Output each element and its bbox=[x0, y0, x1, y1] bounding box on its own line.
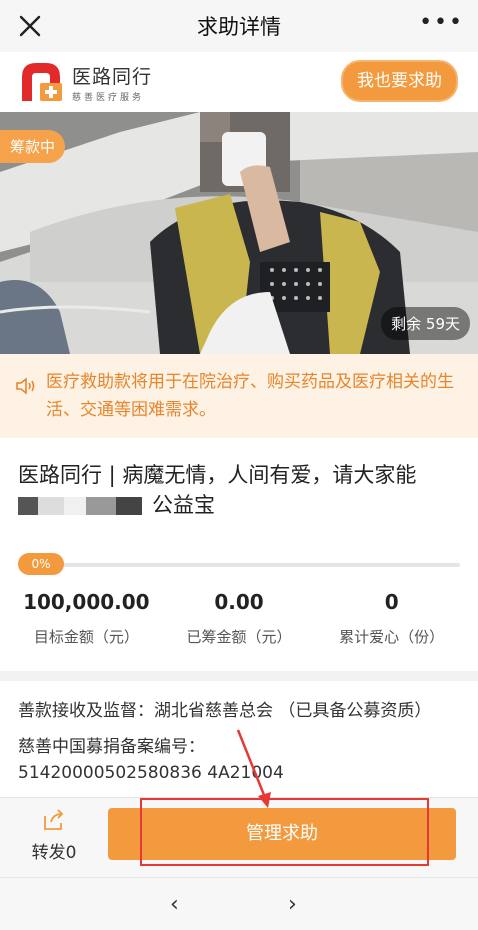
stats-row: 100,000.00 目标金额（元） 0.00 已筹金额（元） 0 累计爱心（份… bbox=[0, 590, 478, 647]
page-title: 求助详情 bbox=[197, 15, 281, 39]
campaign-title: 医路同行 | 病魔无情，人间有爱，请大家能 公益宝 bbox=[0, 438, 478, 530]
request-help-button[interactable]: 我也要求助 bbox=[341, 60, 458, 102]
redacted-text bbox=[18, 494, 144, 518]
record-number: 51420000502580836 4A21004 bbox=[18, 763, 284, 783]
nav-bar: 求助详情 ••• bbox=[0, 0, 478, 52]
campaign-title-line1: 医路同行 | 病魔无情，人间有爱，请大家能 bbox=[18, 463, 417, 487]
stat-value: 0 bbox=[384, 590, 399, 614]
brand-bar: 医路同行 慈善医疗服务 我也要求助 bbox=[0, 52, 478, 112]
stat-value: 100,000.00 bbox=[23, 590, 150, 614]
share-label: 转发0 bbox=[31, 843, 77, 863]
brand-name: 医路同行 bbox=[72, 65, 153, 88]
speaker-icon bbox=[16, 377, 35, 395]
stat-raised: 0.00 已筹金额（元） bbox=[163, 590, 316, 647]
campaign-title-suffix: 公益宝 bbox=[152, 493, 215, 517]
fundraising-badge: 筹款中 bbox=[0, 130, 66, 163]
notice-text: 医疗救助款将用于在院治疗、购买药品及医疗相关的生活、交通等困难需求。 bbox=[46, 372, 454, 420]
stat-supporters: 0 累计爱心（份） bbox=[315, 590, 468, 647]
browser-toolbar: ‹ › bbox=[0, 877, 478, 930]
patient-photo: 筹款中 剩余 59天 bbox=[0, 112, 478, 354]
highlight-box bbox=[140, 798, 429, 866]
share-button[interactable]: 转发0 bbox=[14, 808, 94, 863]
campaign-title-line2: 公益宝 bbox=[18, 490, 460, 520]
stat-label: 目标金额（元） bbox=[33, 628, 139, 646]
close-icon[interactable] bbox=[14, 10, 46, 42]
stat-value: 0.00 bbox=[214, 590, 264, 614]
record-label: 慈善中国募捐备案编号： bbox=[18, 737, 205, 757]
share-icon bbox=[44, 809, 64, 830]
logo-icon bbox=[22, 63, 62, 101]
brand-subtitle: 慈善医疗服务 bbox=[72, 92, 145, 103]
stat-label: 累计爱心（份） bbox=[339, 628, 445, 646]
back-arrow-icon[interactable]: ‹ bbox=[170, 892, 179, 917]
stat-label: 已筹金额（元） bbox=[186, 628, 292, 646]
notice-banner: 医疗救助款将用于在院治疗、购买药品及医疗相关的生活、交通等困难需求。 bbox=[0, 354, 478, 438]
forward-arrow-icon[interactable]: › bbox=[288, 892, 297, 917]
section-divider bbox=[0, 671, 478, 681]
progress-track bbox=[18, 563, 460, 567]
remaining-days-badge: 剩余 59天 bbox=[381, 307, 470, 340]
progress-label: 0% bbox=[18, 553, 64, 575]
supervisor-text: 善款接收及监督：湖北省慈善总会 （已具备公募资质） bbox=[18, 701, 432, 721]
progress-bar: 0% bbox=[18, 552, 460, 578]
info-section: 善款接收及监督：湖北省慈善总会 （已具备公募资质） 慈善中国募捐备案编号： 51… bbox=[0, 681, 478, 813]
stat-target: 100,000.00 目标金额（元） bbox=[10, 590, 163, 647]
more-icon[interactable]: ••• bbox=[419, 12, 464, 34]
